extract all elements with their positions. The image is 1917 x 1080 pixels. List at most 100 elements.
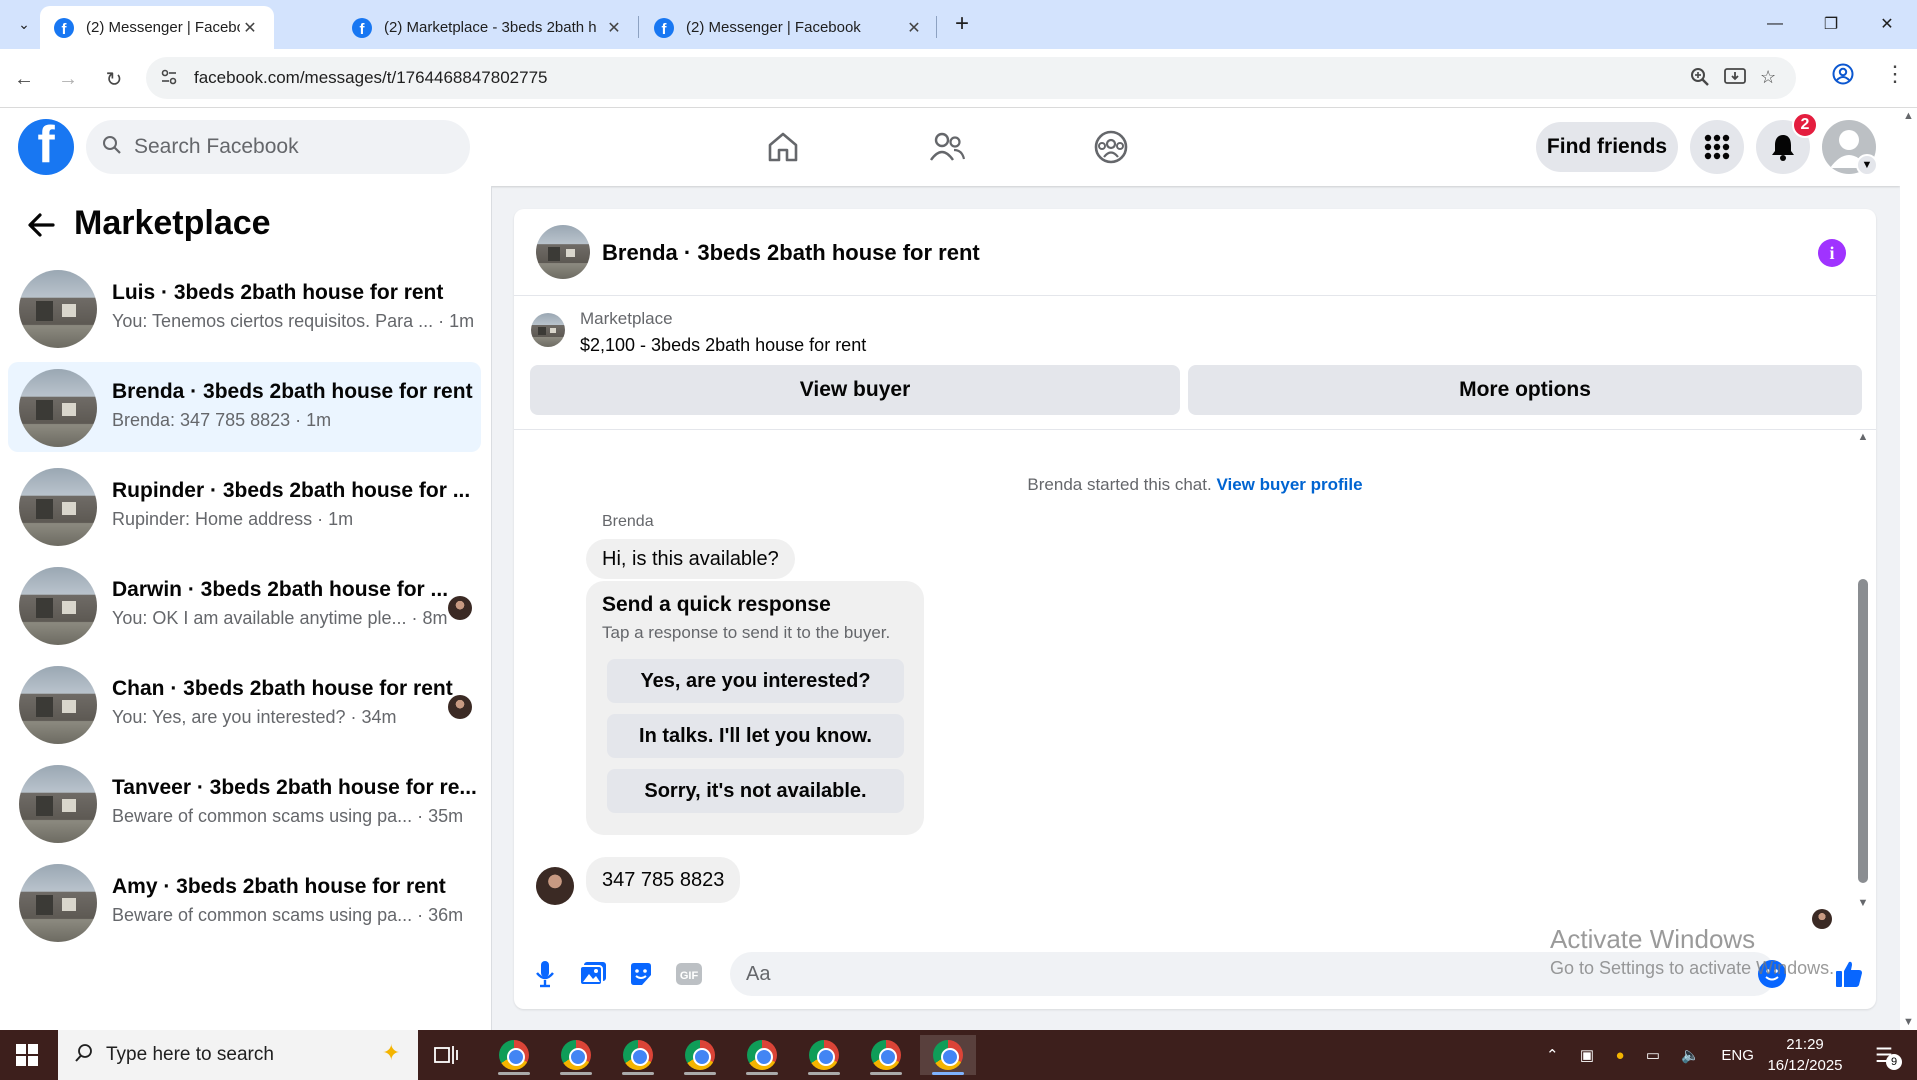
forward-arrow-icon[interactable]: → [52, 63, 84, 95]
microphone-icon[interactable] [528, 957, 562, 991]
activate-windows-title: Activate Windows [1550, 924, 1756, 954]
site-info-icon[interactable] [160, 68, 178, 91]
chrome-taskbar-icon[interactable] [486, 1035, 542, 1075]
tab-title: (2) Marketplace - 3beds 2bath h [384, 19, 597, 36]
conversation-item-rupinder[interactable]: Rupinder · 3beds 2bath house for ... Rup… [8, 461, 481, 551]
tray-chevron-up-icon[interactable]: ⌃ [1546, 1046, 1559, 1064]
thumbs-up-icon[interactable] [1830, 955, 1868, 993]
conversation-snippet: You: Yes, are you interested? · 34m [112, 707, 397, 727]
home-icon[interactable] [758, 122, 808, 172]
conversation-item-tanveer[interactable]: Tanveer · 3beds 2bath house for re... Be… [8, 758, 481, 848]
listing-thumbnail[interactable] [531, 313, 565, 347]
browser-tab-messenger-2[interactable]: f (2) Messenger | Facebook ✕ [640, 6, 938, 49]
listing-price-title[interactable]: $2,100 - 3beds 2bath house for rent [580, 335, 866, 356]
info-icon[interactable]: i [1818, 239, 1846, 267]
window-close-icon[interactable]: ✕ [1864, 8, 1910, 40]
view-buyer-profile-link[interactable]: View buyer profile [1216, 475, 1362, 494]
conversation-snippet: You: Tenemos ciertos requisitos. Para ..… [112, 311, 475, 331]
facebook-search-input[interactable] [134, 120, 454, 174]
chevron-down-icon[interactable]: ▼ [1856, 154, 1878, 176]
conversation-item-brenda[interactable]: Brenda · 3beds 2bath house for rent Bren… [8, 362, 481, 452]
chat-title[interactable]: Brenda · 3beds 2bath house for rent [602, 240, 980, 266]
chrome-taskbar-icon[interactable] [734, 1035, 790, 1075]
gif-icon[interactable]: GIF [672, 957, 706, 991]
new-tab-plus-icon[interactable]: + [948, 10, 976, 38]
windows-taskbar: Type here to search ✦ ⌃ ▣ ● ▭ 🔈 ENG 21:2… [0, 1030, 1917, 1080]
notification-center-icon[interactable]: ☰ 9 [1866, 1040, 1902, 1070]
browser-toolbar: ← → ↻ facebook.com/messages/t/1764468847… [0, 49, 1917, 108]
quick-response-card: Send a quick response Tap a response to … [586, 581, 924, 835]
facebook-search[interactable] [86, 120, 470, 174]
chrome-taskbar-icon[interactable] [672, 1035, 728, 1075]
tab-close-icon[interactable]: ✕ [604, 18, 624, 38]
menu-grid-icon[interactable] [1690, 120, 1744, 174]
zoom-icon[interactable] [1690, 67, 1710, 92]
install-app-icon[interactable] [1724, 67, 1746, 92]
friends-icon[interactable] [922, 122, 972, 172]
chat-header: Brenda · 3beds 2bath house for rent i [514, 209, 1876, 296]
quick-response-option[interactable]: In talks. I'll let you know. [607, 714, 904, 758]
taskbar-search[interactable]: Type here to search ✦ [58, 1030, 418, 1080]
facebook-favicon-icon: f [54, 17, 74, 38]
conversation-item-chan[interactable]: Chan · 3beds 2bath house for rent You: Y… [8, 659, 481, 749]
more-options-button[interactable]: More options [1188, 365, 1862, 415]
conversation-snippet: Brenda: 347 785 8823 · 1m [112, 410, 332, 430]
chrome-taskbar-icon[interactable] [610, 1035, 666, 1075]
browser-tab-marketplace[interactable]: f (2) Marketplace - 3beds 2bath h ✕ [338, 6, 638, 49]
scroll-thumb[interactable] [1858, 579, 1868, 883]
chat-avatar[interactable] [536, 225, 590, 279]
groups-icon[interactable] [1086, 122, 1136, 172]
reload-icon[interactable]: ↻ [98, 63, 130, 95]
back-arrow-icon[interactable]: ← [8, 63, 40, 95]
seen-avatar [448, 695, 472, 719]
window-restore-icon[interactable]: ❐ [1808, 8, 1854, 40]
bookmark-star-icon[interactable]: ☆ [1760, 67, 1776, 88]
conversation-name: Darwin · 3beds 2bath house for ... [112, 578, 449, 601]
window-minimize-icon[interactable]: — [1752, 8, 1798, 40]
page-scrollbar[interactable]: ▲ ▼ [1900, 108, 1917, 1030]
task-view-icon[interactable] [418, 1035, 474, 1075]
meet-now-icon[interactable]: ▣ [1580, 1046, 1594, 1064]
find-friends-button[interactable]: Find friends [1536, 122, 1678, 172]
facebook-logo-icon[interactable]: f [18, 119, 74, 175]
view-buyer-button[interactable]: View buyer [530, 365, 1180, 415]
windows-start-icon[interactable] [0, 1030, 54, 1080]
back-arrow-icon[interactable] [24, 208, 58, 242]
chrome-taskbar-icon[interactable] [548, 1035, 604, 1075]
photo-icon[interactable] [576, 957, 610, 991]
conversation-item-darwin[interactable]: Darwin · 3beds 2bath house for ... You: … [8, 560, 481, 650]
scroll-up-icon[interactable]: ▲ [1856, 431, 1870, 443]
scroll-down-icon[interactable]: ▼ [1903, 1016, 1914, 1028]
tab-search-chevron-icon[interactable]: ⌄ [10, 10, 38, 38]
chrome-taskbar-icon[interactable] [796, 1035, 852, 1075]
conversation-item-luis[interactable]: Luis · 3beds 2bath house for rent You: T… [8, 263, 481, 353]
tab-close-icon[interactable]: ✕ [904, 18, 924, 38]
sender-avatar[interactable] [536, 867, 574, 905]
network-icon[interactable]: ▭ [1646, 1046, 1660, 1064]
tab-close-icon[interactable]: ✕ [240, 18, 260, 38]
address-bar[interactable]: facebook.com/messages/t/1764468847802775… [146, 57, 1796, 99]
language-indicator[interactable]: ENG [1721, 1047, 1754, 1064]
browser-tab-messenger[interactable]: f (2) Messenger | Facebook ✕ [40, 6, 274, 49]
sender-name: Brenda [602, 513, 654, 530]
security-icon[interactable]: ● [1615, 1047, 1624, 1064]
conversation-snippet: You: OK I am available anytime ple... · … [112, 608, 448, 628]
seen-avatar [448, 596, 472, 620]
scroll-up-icon[interactable]: ▲ [1903, 110, 1914, 122]
profile-icon[interactable] [1832, 63, 1854, 91]
quick-response-option[interactable]: Yes, are you interested? [607, 659, 904, 703]
conversation-name: Rupinder · 3beds 2bath house for ... [112, 479, 471, 502]
sticker-icon[interactable] [624, 957, 658, 991]
taskbar-clock[interactable]: 21:29 16/12/2025 [1760, 1034, 1850, 1076]
quick-response-option[interactable]: Sorry, it's not available. [607, 769, 904, 813]
conversation-item-amy[interactable]: Amy · 3beds 2bath house for rent Beware … [8, 857, 481, 947]
listing-label: Marketplace [580, 309, 673, 328]
chrome-taskbar-icon-active[interactable] [920, 1035, 976, 1075]
chrome-taskbar-icon[interactable] [858, 1035, 914, 1075]
clock-date: 16/12/2025 [1767, 1057, 1843, 1074]
scroll-down-icon[interactable]: ▼ [1856, 897, 1870, 909]
volume-icon[interactable]: 🔈 [1681, 1046, 1700, 1064]
message-scrollbar[interactable]: ▲ ▼ [1856, 431, 1870, 911]
clock-time: 21:29 [1786, 1036, 1824, 1053]
chrome-menu-icon[interactable]: ⋮ [1884, 61, 1906, 87]
